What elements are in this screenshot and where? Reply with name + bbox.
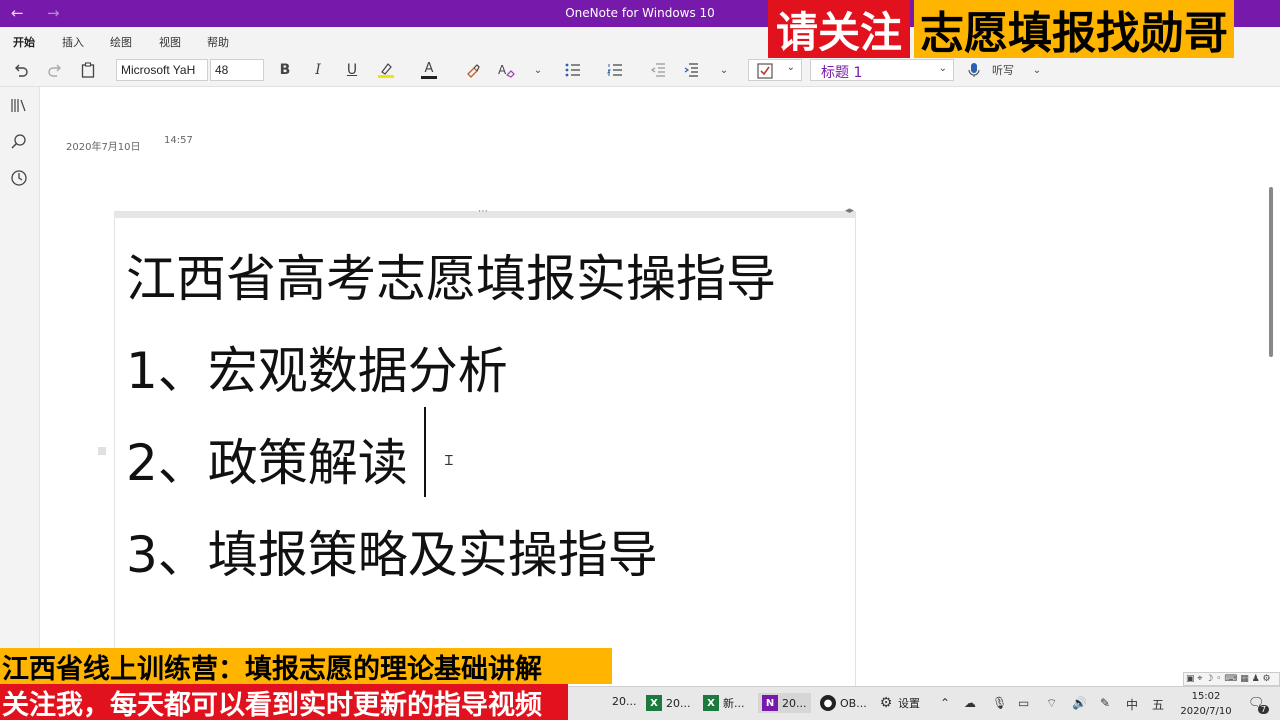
taskbar-item-obs[interactable]: ● OB... <box>820 695 867 711</box>
left-navigation-rail <box>0 87 40 720</box>
decrease-indent-icon[interactable] <box>647 60 669 80</box>
redo-icon[interactable] <box>44 60 66 80</box>
note-page[interactable]: 2020年7月10日 14:57 ⋯ ◂▸ 江西省高考志愿填报实操指导 1、宏观… <box>40 87 1273 720</box>
system-clock[interactable]: 15:02 2020/7/10 <box>1178 689 1234 719</box>
tray-overflow-chevron-icon[interactable]: ⌃ <box>940 696 950 710</box>
ime-toolbar[interactable]: ▣ ⌖ ☽ ◦ ⌨ ▦ ♟ ⚙ <box>1183 672 1280 686</box>
clock-time: 15:02 <box>1191 691 1221 702</box>
undo-icon[interactable] <box>10 60 32 80</box>
follow-label: 请关注 <box>768 0 911 58</box>
taskbar-item-settings[interactable]: ⚙ 设置 <box>878 695 920 711</box>
windows-taskbar: 20... X 20... X 新... N 20... ● OB... ⚙ 设… <box>568 686 1280 720</box>
taskbar-item-label: 20... <box>612 695 637 708</box>
font-color-button[interactable]: A <box>418 60 440 80</box>
tab-help[interactable]: 帮助 <box>207 34 229 50</box>
clock-date: 2020/7/10 <box>1180 706 1232 717</box>
taskbar-item-label: OB... <box>840 696 867 710</box>
onenote-icon: N <box>762 695 778 711</box>
taskbar-item-excel-1[interactable]: X 20... <box>646 695 691 711</box>
taskbar-item-onenote[interactable]: N 20... <box>758 693 811 713</box>
bottom-banner-line-1: 江西省线上训练营：填报志愿的理论基础讲解 <box>0 648 612 684</box>
tab-draw[interactable]: 绘图 <box>110 34 132 50</box>
todo-checkbox-icon <box>757 63 773 79</box>
font-color-label: A <box>424 60 434 76</box>
taskbar-item-excel-2[interactable]: X 新... <box>703 695 745 711</box>
gear-icon: ⚙ <box>879 695 893 711</box>
page-time: 14:57 <box>164 135 193 146</box>
battery-icon[interactable]: ▭ <box>1018 696 1029 710</box>
more-paragraph-chevron-icon[interactable]: ⌄ <box>716 60 732 80</box>
resize-handle-icon[interactable]: ◂▸ <box>845 206 854 216</box>
style-chevron-icon: ⌄ <box>938 63 947 74</box>
font-color-bar <box>421 75 437 79</box>
format-painter-icon[interactable] <box>462 60 484 80</box>
clear-formatting-icon[interactable]: A <box>495 60 517 80</box>
recent-notes-clock-icon[interactable] <box>10 169 30 189</box>
obs-icon: ● <box>820 695 836 711</box>
clipboard-icon[interactable] <box>77 60 99 80</box>
tab-view[interactable]: 视图 <box>159 34 181 50</box>
highlighter-icon[interactable] <box>375 60 397 80</box>
ime-mode[interactable]: 中 <box>1126 696 1138 713</box>
dictate-button[interactable]: 听写 <box>988 60 1018 80</box>
font-name-input[interactable]: Microsoft YaH <box>116 59 208 81</box>
onedrive-cloud-icon[interactable]: ☁ <box>964 696 976 710</box>
wifi-icon[interactable]: ⌔ <box>1046 696 1057 711</box>
todo-tag-dropdown[interactable]: ⌄ <box>748 59 802 81</box>
style-dropdown[interactable]: 标题 1 ⌄ <box>810 59 954 81</box>
underline-button[interactable]: U <box>343 60 361 80</box>
text-caret <box>424 407 426 497</box>
note-heading[interactable]: 江西省高考志愿填报实操指导 <box>126 239 776 311</box>
style-label: 标题 1 <box>821 65 863 81</box>
taskbar-item-label: 20... <box>666 696 691 710</box>
dictate-chevron-icon[interactable]: ⌄ <box>1030 60 1044 80</box>
volume-icon[interactable]: 🔊 <box>1072 696 1087 710</box>
numbered-list-icon[interactable] <box>604 60 626 80</box>
search-icon[interactable] <box>10 133 30 153</box>
ime-toolbar-icons: ▣ ⌖ ☽ ◦ ⌨ ▦ ♟ ⚙ <box>1186 674 1271 684</box>
note-container-handle[interactable]: ⋯ ◂▸ <box>114 206 856 218</box>
channel-name-label: 志愿填报找勋哥 <box>914 0 1235 59</box>
italic-button[interactable]: I <box>309 60 327 80</box>
top-right-banner: 请关注 志愿填报找勋哥 <box>768 0 1235 60</box>
note-line-1[interactable]: 1、宏观数据分析 <box>126 331 508 403</box>
taskbar-item-label: 设置 <box>898 697 920 710</box>
notebooks-icon[interactable] <box>10 96 30 116</box>
vertical-scrollbar[interactable] <box>1269 187 1273 357</box>
increase-indent-icon[interactable] <box>680 60 702 80</box>
drag-grip-icon[interactable]: ⋯ <box>478 206 488 217</box>
svg-text:A: A <box>498 63 507 77</box>
ime-name[interactable]: 五 <box>1152 696 1164 713</box>
tab-insert[interactable]: 插入 <box>62 34 84 50</box>
font-size-input[interactable]: 48 <box>210 59 264 81</box>
taskbar-item-label: 新... <box>723 697 745 710</box>
note-line-2[interactable]: 2、政策解读 <box>126 423 408 495</box>
paragraph-handle[interactable] <box>98 447 106 455</box>
page-date: 2020年7月10日 <box>66 142 141 153</box>
bullet-list-icon[interactable] <box>562 60 584 80</box>
microphone-icon[interactable] <box>966 60 982 80</box>
ibeam-cursor-icon: Ɪ <box>445 453 453 469</box>
note-line-3[interactable]: 3、填报策略及实操指导 <box>126 515 658 587</box>
pen-icon[interactable]: ✎ <box>1100 696 1110 710</box>
more-format-chevron-icon[interactable]: ⌄ <box>530 60 546 80</box>
bold-button[interactable]: B <box>276 60 294 80</box>
excel-icon: X <box>703 695 719 711</box>
bottom-banner-line-2: 关注我，每天都可以看到实时更新的指导视频 <box>0 684 568 720</box>
todo-chevron-icon: ⌄ <box>786 62 795 73</box>
microphone-tray-icon[interactable]: 🎙 <box>992 696 1007 710</box>
tab-home[interactable]: 开始 <box>13 34 35 56</box>
excel-icon: X <box>646 695 662 711</box>
notification-count-badge: 7 <box>1258 705 1270 714</box>
taskbar-item-label: 20... <box>782 696 807 710</box>
taskbar-item-word[interactable]: 20... <box>612 695 637 708</box>
